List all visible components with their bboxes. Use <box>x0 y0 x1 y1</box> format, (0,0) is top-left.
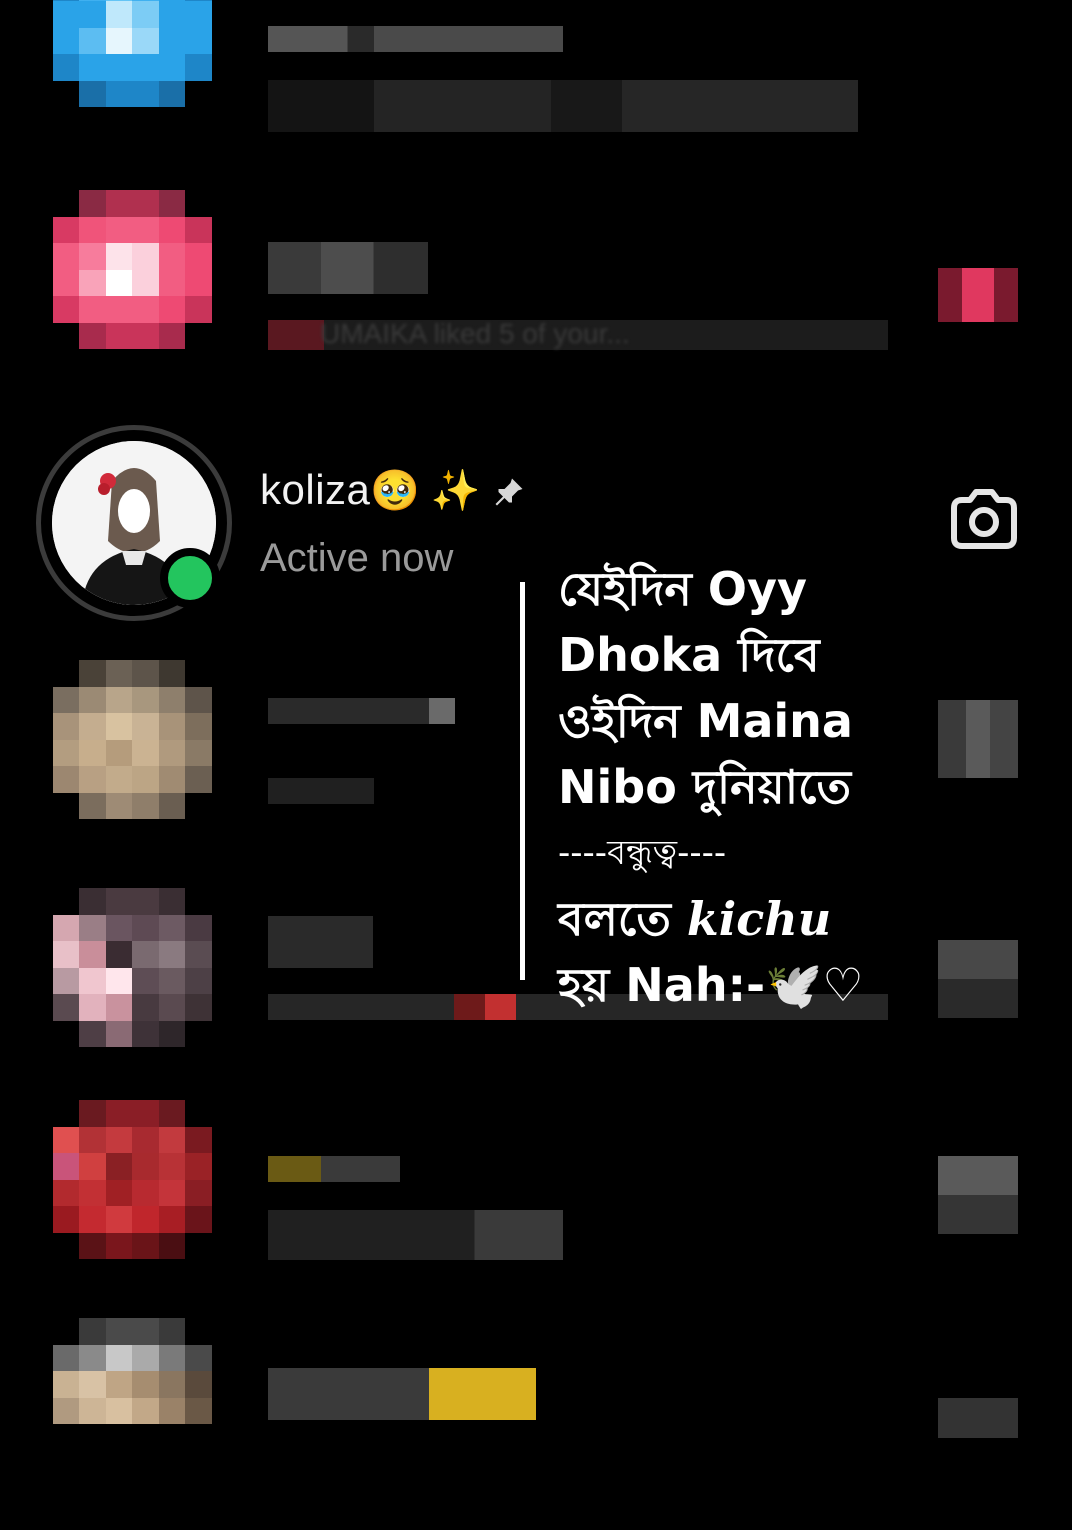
thumbnail-blurred <box>938 1156 1018 1234</box>
conversation-name-text: koliza <box>260 466 371 513</box>
blurred-name <box>268 698 455 724</box>
avatar-blurred <box>26 660 238 872</box>
blurred-name <box>268 1156 400 1182</box>
quote-line-4: Nibo দুনিয়াতে <box>558 760 852 814</box>
quote-line-5: ----বন্ধুত্ব---- <box>558 833 727 873</box>
unread-indicator-blurred <box>938 268 1018 322</box>
quote-line-6: বলতে kichu <box>558 886 958 952</box>
blurred-name <box>268 1368 536 1420</box>
quote-line-6-b: kichu <box>686 892 832 946</box>
camera-button[interactable] <box>948 488 1020 552</box>
thumbnail-blurred <box>938 1398 1018 1438</box>
pleading-face-icon: 🥹 <box>370 467 421 514</box>
quote-line-1: যেইদিন Oyy <box>558 562 807 616</box>
conversation-row-blurred[interactable] <box>0 1090 1072 1310</box>
conversation-row-blurred[interactable] <box>0 1310 1072 1438</box>
conversation-name: koliza 🥹 ✨ <box>260 466 527 514</box>
blurred-preview <box>268 80 858 132</box>
blurred-preview: UMAIKA liked 5 of your... <box>268 318 888 350</box>
conversation-row-blurred[interactable]: UMAIKA liked 5 of your... <box>0 190 1072 420</box>
blurred-preview <box>268 778 374 804</box>
avatar-blurred <box>26 0 238 160</box>
pin-icon <box>491 472 527 508</box>
quote-line-2: Dhoka দিবে <box>558 628 820 682</box>
quote-line-6-a: বলতে <box>558 892 687 946</box>
conversation-row-blurred[interactable] <box>0 0 1072 190</box>
avatar-blurred <box>26 888 238 1100</box>
blurred-name <box>268 242 428 294</box>
camera-icon <box>951 489 1017 549</box>
sparkles-icon: ✨ <box>430 467 482 514</box>
quote-line-3: ওইদিন Maina <box>558 694 853 748</box>
overlay-quote: যেইদিন Oyy Dhoka দিবে ওইদিন Maina Nibo দ… <box>558 556 958 1018</box>
avatar-blurred <box>26 1100 238 1312</box>
quote-line-7: হয় Nah:-🕊️♡ <box>558 958 864 1012</box>
avatar-blurred <box>26 190 238 402</box>
avatar-blurred <box>26 1318 238 1530</box>
blurred-name <box>268 26 563 52</box>
quote-divider-line <box>520 582 525 980</box>
blurred-name <box>268 916 373 968</box>
online-indicator <box>160 548 220 608</box>
blurred-preview <box>268 1210 563 1260</box>
active-status: Active now <box>260 536 454 580</box>
